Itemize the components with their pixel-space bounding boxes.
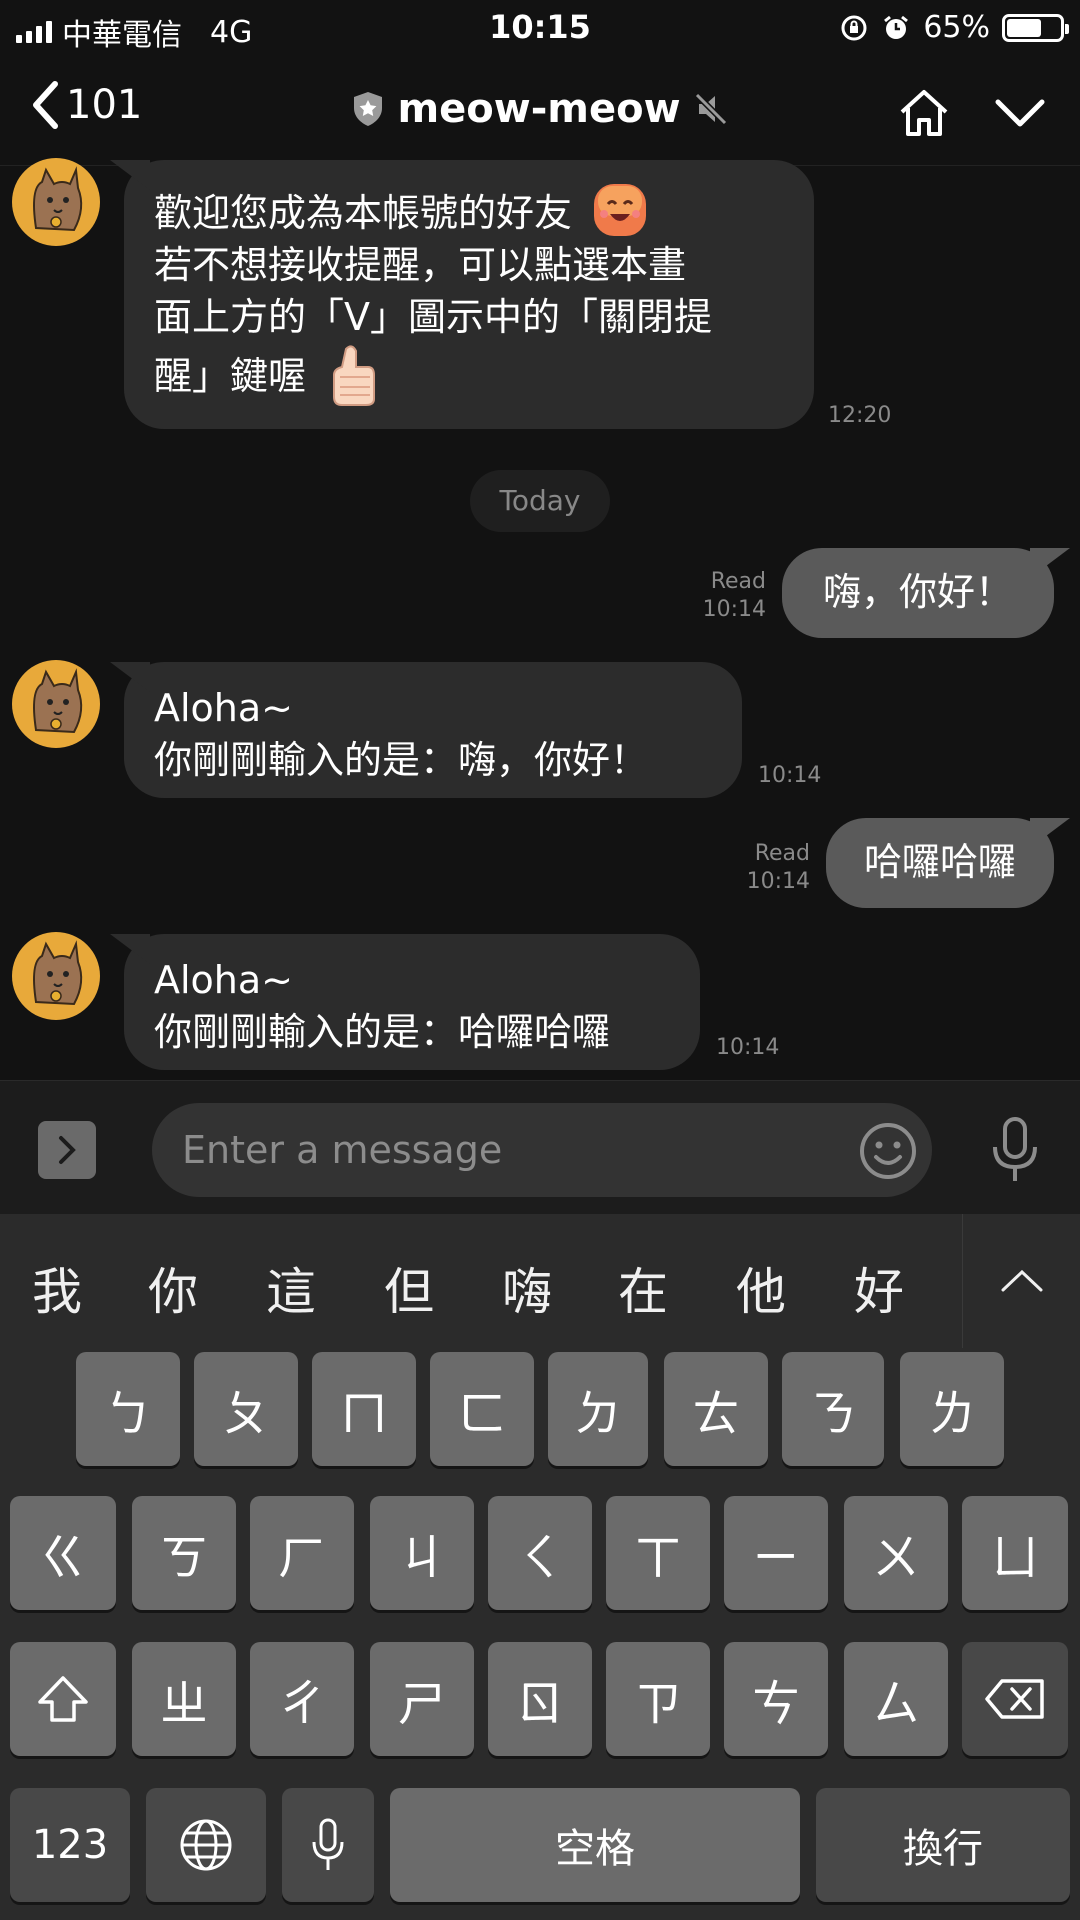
key[interactable]: ㄉ [548,1352,648,1466]
key[interactable]: ㄑ [488,1496,592,1610]
key[interactable]: ㄗ [606,1642,710,1756]
shield-star-icon [354,92,383,126]
key[interactable]: ㄕ [370,1642,474,1756]
read-label: Read [710,569,766,594]
expand-candidates-button[interactable] [962,1214,1080,1348]
key[interactable]: ㄇ [312,1352,416,1466]
candidate-bar: 我 你 這 但 嗨 在 他 好 [0,1214,1080,1348]
read-receipt: Read 10:14 [694,568,766,624]
message-line: Aloha~ [154,958,294,1002]
candidate-word[interactable]: 好 [854,1252,904,1324]
avatar[interactable] [12,932,100,1020]
candidate-word[interactable]: 但 [384,1252,434,1324]
message-input-bar [0,1080,1080,1214]
outgoing-message-bubble: 哈囉哈囉 [826,818,1054,908]
smiling-face-emoji-icon [594,184,647,236]
battery-percent: 65% [923,10,990,45]
space-key[interactable]: 空格 [390,1788,800,1902]
candidate-word[interactable]: 嗨 [502,1252,552,1324]
message-field[interactable] [152,1103,932,1197]
message-line: 若不想接收提醒，可以點選本畫 [154,243,687,287]
chat-header: 101 meow-meow [0,56,1080,166]
key[interactable]: ㄐ [370,1496,474,1610]
expand-menu-button[interactable] [38,1121,96,1179]
backspace-icon [985,1679,1044,1719]
message-line: Aloha~ [154,686,294,730]
keyboard: 我 你 這 但 嗨 在 他 好 ㄅ ㄆ ㄇ ㄈ ㄉ ㄊ ㄋ ㄌ ㄍ ㄎ ㄏ ㄐ … [0,1214,1080,1920]
candidate-word[interactable]: 他 [736,1252,786,1324]
status-bar: 中華電信 4G 10:15 65% [0,0,1080,56]
message-input[interactable] [182,1103,862,1197]
key[interactable]: ㄩ [962,1496,1068,1610]
key[interactable]: ㄋ [782,1352,884,1466]
emoji-icon[interactable] [858,1121,918,1181]
incoming-message-bubble: 歡迎您成為本帳號的好友 若不想接收提醒，可以點選本畫 面上方的「V」圖示中的「關… [124,160,814,429]
microphone-icon [312,1818,344,1870]
candidate-word[interactable]: 在 [618,1252,668,1324]
rotation-lock-icon [841,15,867,40]
read-label: Read [754,841,810,866]
message-line: 醒」鍵喔 [154,354,307,398]
key[interactable]: ㄖ [488,1642,592,1756]
avatar[interactable] [12,158,100,246]
outgoing-message-bubble: 嗨，你好！ [782,548,1054,638]
thumbs-up-emoji-icon [333,345,376,406]
key[interactable]: ㄙ [844,1642,948,1756]
date-divider: Today [470,470,610,532]
key[interactable]: ㄎ [132,1496,236,1610]
message-line: 你剛剛輸入的是：哈囉哈囉 [154,1010,611,1054]
muted-speaker-icon [694,92,727,126]
message-text: 嗨，你好！ [822,570,1013,614]
message-time: 10:14 [716,1035,780,1060]
message-line: 你剛剛輸入的是：嗨，你好！ [154,738,649,782]
alarm-icon [884,15,909,39]
key[interactable]: ㄌ [900,1352,1004,1466]
key[interactable]: ㄊ [664,1352,768,1466]
return-key[interactable]: 換行 [816,1788,1070,1902]
read-receipt: Read 10:14 [738,840,810,896]
shift-key[interactable] [10,1642,116,1756]
chevron-down-icon[interactable] [994,88,1046,138]
message-time: 10:14 [702,597,766,622]
key[interactable]: ㄓ [132,1642,236,1756]
home-icon[interactable] [898,88,950,138]
message-time: 10:14 [746,869,810,894]
chevron-up-icon [1001,1269,1042,1292]
shift-arrow-icon [38,1676,88,1722]
battery-icon [1002,13,1069,42]
candidate-word[interactable]: 這 [266,1252,316,1324]
key[interactable]: ㄅ [76,1352,180,1466]
globe-icon [180,1819,232,1871]
key[interactable]: ㄘ [724,1642,828,1756]
avatar[interactable] [12,660,100,748]
incoming-message-bubble: Aloha~ 你剛剛輸入的是：哈囉哈囉 [124,934,700,1070]
key[interactable]: ㄏ [250,1496,354,1610]
candidate-word[interactable]: 你 [148,1252,198,1324]
key[interactable]: ㄔ [250,1642,354,1756]
candidate-word[interactable]: 我 [32,1252,82,1324]
key[interactable]: ㄨ [844,1496,948,1610]
microphone-icon[interactable] [990,1117,1040,1183]
key[interactable]: ㄍ [10,1496,116,1610]
dictation-key[interactable] [282,1788,374,1902]
chevron-right-icon [59,1136,76,1164]
message-line: 歡迎您成為本帳號的好友 [154,191,573,235]
backspace-key[interactable] [962,1642,1068,1756]
message-time: 12:20 [828,403,892,428]
key[interactable]: ㄆ [194,1352,298,1466]
numbers-key[interactable]: 123 [10,1788,130,1902]
key[interactable]: ㄒ [606,1496,710,1610]
globe-key[interactable] [146,1788,266,1902]
message-time: 10:14 [758,763,822,788]
message-text: 哈囉哈囉 [863,840,1016,884]
incoming-message-bubble: Aloha~ 你剛剛輸入的是：嗨，你好！ [124,662,742,798]
chat-title: meow-meow [397,86,681,132]
key[interactable]: ㄈ [430,1352,534,1466]
message-line: 面上方的「V」圖示中的「關閉提 [154,295,712,339]
key[interactable]: ㄧ [724,1496,828,1610]
